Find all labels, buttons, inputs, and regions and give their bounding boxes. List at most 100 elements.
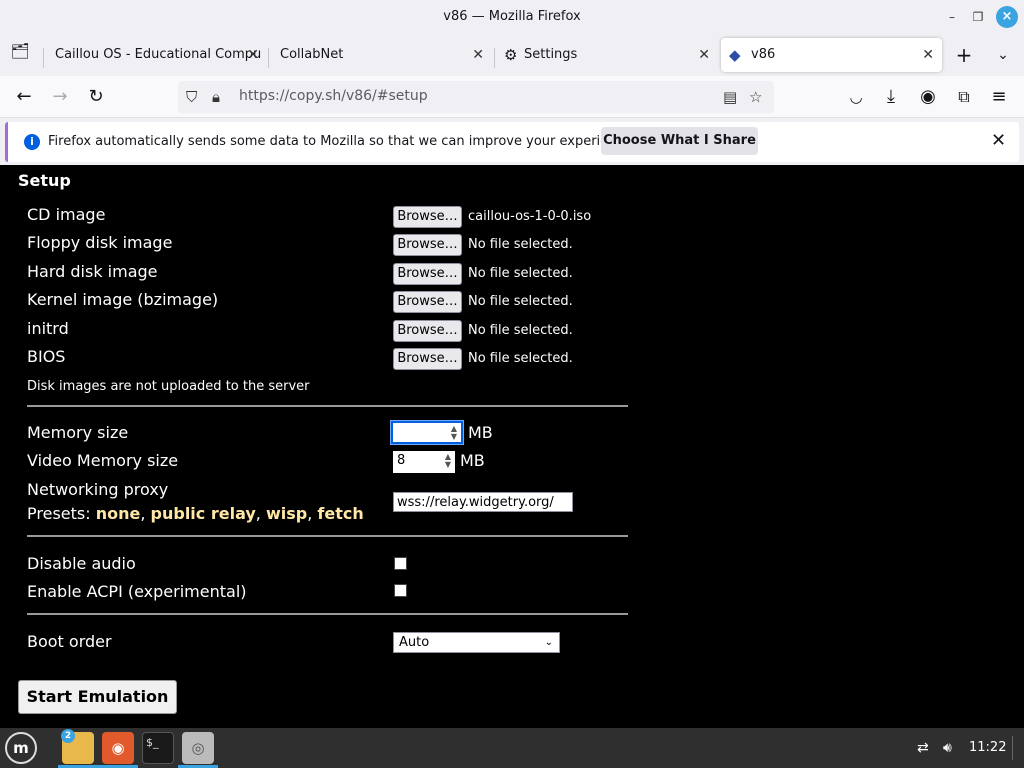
proxy-presets: Presets: none, public relay, wisp, fetch <box>27 504 364 523</box>
extensions-icon[interactable]: ⧉ <box>951 84 977 110</box>
navigation-toolbar: ← → ↻ ⛉ 🔒︎ https://copy.sh/v86/#setup ▤ … <box>0 76 1024 118</box>
preset-wisp-link[interactable]: wisp <box>266 504 307 523</box>
tab-close-icon[interactable]: ✕ <box>472 38 484 72</box>
boot-order-select[interactable]: Auto ⌄ <box>393 632 560 653</box>
clock[interactable]: 11:22 <box>969 740 1006 755</box>
account-icon[interactable]: ◉ <box>915 84 941 110</box>
floppy-image-browse-button[interactable]: Browse… <box>393 234 462 256</box>
close-notification-icon[interactable]: ✕ <box>991 130 1006 151</box>
cd-image-filename: caillou-os-1-0-0.iso <box>468 209 592 224</box>
start-emulation-button[interactable]: Start Emulation <box>18 680 177 714</box>
enable-acpi-checkbox[interactable] <box>394 584 407 597</box>
back-arrow-icon[interactable]: ← <box>11 84 37 110</box>
gear-icon: ⚙ <box>504 46 518 64</box>
hard-disk-image-label: Hard disk image <box>27 262 158 281</box>
notification-message: Firefox automatically sends some data to… <box>48 134 636 149</box>
initrd-browse-button[interactable]: Browse… <box>393 320 462 342</box>
window-title: v86 — Mozilla Firefox <box>443 9 581 24</box>
preset-none-link[interactable]: none <box>96 504 141 523</box>
tab-separator <box>268 48 269 68</box>
tab-label: CollabNet <box>280 47 344 62</box>
forward-arrow-icon[interactable]: → <box>47 84 73 110</box>
minimize-icon[interactable]: – <box>941 6 963 28</box>
boot-order-label: Boot order <box>27 632 112 651</box>
video-memory-input[interactable]: 8 ▲ ▼ <box>393 451 455 473</box>
tab-bar: 🗂 Caillou OS - Educational Compu ✕ Colla… <box>0 34 1024 76</box>
tab-close-icon[interactable]: ✕ <box>922 38 934 72</box>
tab-separator <box>43 48 44 68</box>
maximize-icon[interactable]: ❐ <box>967 6 989 28</box>
disable-audio-label: Disable audio <box>27 554 136 573</box>
chevron-down-icon: ⌄ <box>544 637 553 648</box>
download-icon[interactable]: ⤓ <box>878 84 904 110</box>
floppy-image-label: Floppy disk image <box>27 233 173 252</box>
bookmark-star-icon[interactable]: ☆ <box>749 85 762 109</box>
volume-icon[interactable]: 🔊︎ <box>943 740 952 756</box>
tab-caillou-os[interactable]: Caillou OS - Educational Compu ✕ <box>45 38 267 72</box>
reader-view-icon[interactable]: ▤ <box>723 85 737 109</box>
v86-favicon-icon: ◆ <box>729 46 741 64</box>
video-memory-value: 8 <box>397 453 406 468</box>
lock-icon[interactable]: 🔒︎ <box>212 85 220 109</box>
bios-filename: No file selected. <box>468 351 573 366</box>
memory-unit: MB <box>468 423 493 442</box>
taskbar: m 2 ◉ $_ ◎ ⇄ 🔊︎ 11:22 <box>0 728 1024 768</box>
pocket-icon[interactable]: ◡ <box>843 84 869 110</box>
video-memory-label: Video Memory size <box>27 451 179 470</box>
boot-order-value: Auto <box>399 635 430 650</box>
disk-upload-note: Disk images are not uploaded to the serv… <box>27 379 310 394</box>
tab-label: v86 <box>751 47 776 62</box>
bios-browse-button[interactable]: Browse… <box>393 348 462 370</box>
files-badge: 2 <box>61 729 75 743</box>
terminal-icon[interactable]: $_ <box>142 732 174 764</box>
setup-heading: Setup <box>18 171 71 190</box>
tab-separator <box>494 48 495 68</box>
tab-settings[interactable]: ⚙ Settings ✕ <box>496 38 718 72</box>
tab-v86[interactable]: ◆ v86 ✕ <box>721 38 942 72</box>
initrd-filename: No file selected. <box>468 323 573 338</box>
menu-icon[interactable]: ≡ <box>986 84 1012 110</box>
new-tab-icon[interactable]: + <box>951 42 977 68</box>
video-memory-unit: MB <box>460 451 485 470</box>
disable-audio-checkbox[interactable] <box>394 557 407 570</box>
networking-proxy-input[interactable]: wss://relay.widgetry.org/ <box>393 492 573 512</box>
mint-menu-icon[interactable]: m <box>5 732 37 764</box>
stepper-icon[interactable]: ▲ ▼ <box>445 453 451 469</box>
bios-label: BIOS <box>27 347 66 366</box>
shield-icon[interactable]: ⛉ <box>186 85 197 109</box>
tab-list-icon[interactable]: 🗂 <box>7 38 33 64</box>
stepper-icon[interactable]: ▲ ▼ <box>451 425 457 441</box>
url-text[interactable]: https://copy.sh/v86/#setup <box>239 88 428 104</box>
network-icon[interactable]: ⇄ <box>917 740 929 756</box>
data-collection-notification: i Firefox automatically sends some data … <box>0 118 1024 165</box>
memory-size-label: Memory size <box>27 423 129 442</box>
firefox-icon[interactable]: ◉ <box>102 732 134 764</box>
hard-disk-image-browse-button[interactable]: Browse… <box>393 263 462 285</box>
tab-close-icon[interactable]: ✕ <box>247 38 259 72</box>
window-titlebar: v86 — Mozilla Firefox – ❐ × <box>0 0 1024 34</box>
memory-size-input[interactable]: ▲ ▼ <box>391 421 463 444</box>
presets-label: Presets: <box>27 504 91 523</box>
tab-label: Caillou OS - Educational Compu <box>55 47 262 62</box>
show-desktop-handle[interactable] <box>1012 736 1013 760</box>
choose-what-i-share-button[interactable]: Choose What I Share <box>601 127 758 155</box>
divider <box>27 535 628 537</box>
info-icon: i <box>24 134 40 150</box>
url-bar[interactable]: ⛉ 🔒︎ https://copy.sh/v86/#setup ▤ ☆ <box>178 81 774 113</box>
kernel-image-filename: No file selected. <box>468 294 573 309</box>
preset-public-relay-link[interactable]: public relay <box>151 504 256 523</box>
hard-disk-image-filename: No file selected. <box>468 266 573 281</box>
close-window-icon[interactable]: × <box>996 6 1018 28</box>
kernel-image-label: Kernel image (bzimage) <box>27 290 219 309</box>
chevron-down-icon[interactable]: ⌄ <box>990 42 1016 68</box>
preset-fetch-link[interactable]: fetch <box>317 504 363 523</box>
tab-label: Settings <box>524 47 578 62</box>
divider <box>27 613 628 615</box>
tab-collabnet[interactable]: CollabNet ✕ <box>270 38 492 72</box>
disk-app-icon[interactable]: ◎ <box>182 732 214 764</box>
kernel-image-browse-button[interactable]: Browse… <box>393 291 462 313</box>
cd-image-browse-button[interactable]: Browse… <box>393 206 462 228</box>
reload-icon[interactable]: ↻ <box>83 84 109 110</box>
notification-box: i Firefox automatically sends some data … <box>5 122 1019 162</box>
tab-close-icon[interactable]: ✕ <box>698 38 710 72</box>
